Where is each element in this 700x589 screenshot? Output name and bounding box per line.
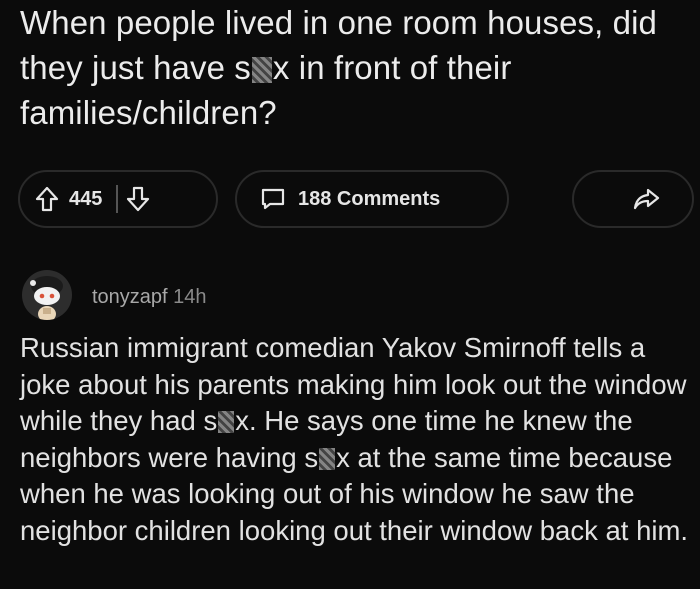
censor-block [251,57,272,83]
censor-block [218,411,235,433]
comment-meta: tonyzapf 14h [92,286,207,309]
comment-timestamp: 14h [173,286,207,308]
vote-score: 445 [69,187,103,210]
vote-divider [116,185,119,213]
comments-button[interactable]: 188 Comments [235,170,509,228]
arrow-down-icon[interactable] [126,186,150,212]
arrow-up-icon[interactable] [35,186,59,212]
share-arrow-icon [632,187,660,211]
post-action-bar: 445 188 Comments [0,170,700,230]
snoo-avatar-icon[interactable] [22,270,72,320]
censor-block [319,447,336,470]
post-title[interactable]: When people lived in one room houses, di… [20,0,690,135]
share-button[interactable] [572,170,694,228]
comments-count: 188 Comments [298,187,441,210]
vote-control: 445 [18,170,218,228]
speech-bubble-icon [260,187,286,211]
comment-author[interactable]: tonyzapf [92,286,168,308]
comment-body: Russian immigrant comedian Yakov Smirnof… [20,330,690,549]
